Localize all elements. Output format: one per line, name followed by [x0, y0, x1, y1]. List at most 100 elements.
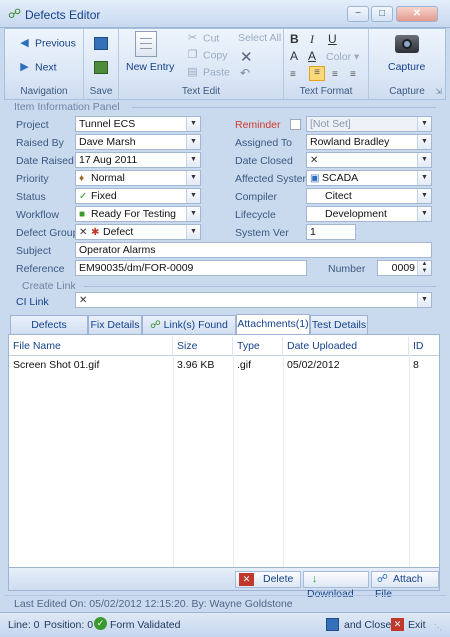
priority-select[interactable]: ♦ Normal ▼	[75, 170, 201, 186]
next-icon: ▶	[20, 61, 29, 73]
system-ver-input[interactable]: 1	[306, 224, 356, 240]
align-left-icon[interactable]: ≡	[309, 66, 325, 81]
tab-test-details[interactable]: Test Details	[310, 315, 368, 334]
column-header-id[interactable]: ID	[409, 337, 439, 355]
column-header-size[interactable]: Size	[173, 337, 233, 355]
attachments-grid: File Name Size Type Date Uploaded ID Scr…	[8, 334, 440, 568]
font-size-icon[interactable]: A	[290, 49, 298, 63]
ci-link-select[interactable]: ✕ ▼	[75, 292, 432, 308]
reminder-label: Reminder	[235, 119, 281, 131]
previous-button[interactable]: ◀ Previous	[17, 37, 76, 50]
clear-icon[interactable]: ✕	[79, 294, 89, 307]
subject-label: Subject	[16, 245, 52, 257]
underline-icon[interactable]: U	[328, 32, 337, 46]
align-center-icon[interactable]: ≡	[332, 69, 338, 80]
cell-type: .gif	[237, 359, 252, 371]
status-label: Status	[16, 191, 46, 203]
save-icon	[326, 618, 339, 631]
column-divider	[173, 355, 174, 567]
column-divider	[283, 355, 284, 567]
last-edited-text: Last Edited On: 05/02/2012 12:15:20. By:…	[4, 595, 446, 611]
tab-fix-details[interactable]: Fix Details	[88, 315, 142, 334]
link-icon: ☍	[8, 6, 22, 21]
undo-icon[interactable]: ↶	[240, 66, 250, 80]
defect-group-label: Defect Group	[16, 227, 79, 239]
position-indicator: Position: 0	[44, 619, 94, 631]
compiler-label: Compiler	[235, 191, 278, 203]
form-validated-status: Form Validated	[110, 619, 181, 631]
font-color-icon[interactable]: A	[308, 49, 316, 63]
priority-label: Priority	[16, 173, 49, 185]
dialog-launcher-icon[interactable]: ⇲	[435, 87, 442, 96]
exit-icon: ✕	[391, 618, 404, 631]
chevron-down-icon: ▼	[417, 153, 431, 167]
download-button[interactable]: ↓Download	[303, 571, 369, 600]
system-icon: ▣	[310, 173, 320, 184]
number-spinner[interactable]: 0009 ▲ ▼	[377, 260, 432, 276]
workflow-select[interactable]: ■ Ready For Testing ▼	[75, 206, 201, 222]
table-row[interactable]: Screen Shot 01.gif 3.96 KB .gif 05/02/20…	[9, 356, 439, 373]
save-new-icon[interactable]	[94, 61, 108, 74]
reminder-select[interactable]: [Not Set] ▼	[306, 116, 432, 132]
spinner-arrows-icon[interactable]: ▲ ▼	[417, 261, 431, 275]
new-entry-button[interactable]: New Entry	[126, 61, 174, 73]
color-dropdown[interactable]: Color ▾	[326, 51, 359, 63]
next-button[interactable]: ▶ Next	[17, 61, 56, 74]
workflow-label: Workflow	[16, 209, 59, 221]
project-select[interactable]: Tunnel ECS ▼	[75, 116, 201, 132]
tab-links-found[interactable]: ☍ Link(s) Found (1)	[142, 315, 236, 349]
text-format-group-label: Text Format	[299, 86, 353, 97]
compiler-select[interactable]: Citect ▼	[306, 188, 432, 204]
subject-input[interactable]: Operator Alarms	[75, 242, 432, 258]
status-select[interactable]: ✓ Fixed ▼	[75, 188, 201, 204]
number-label: Number	[328, 263, 366, 275]
camera-icon	[395, 35, 419, 53]
bug-icon: ✱	[91, 227, 100, 238]
date-closed-picker[interactable]: ✕ ▼	[306, 152, 432, 168]
clipboard-icon: ▤	[187, 66, 198, 78]
assigned-to-select[interactable]: Rowland Bradley ▼	[306, 134, 432, 150]
delete-x-icon[interactable]: ✕	[240, 48, 253, 66]
column-header-date-uploaded[interactable]: Date Uploaded	[283, 337, 409, 355]
column-header-file-name[interactable]: File Name	[9, 337, 173, 355]
cut-button[interactable]: ✂ Cut	[185, 32, 219, 45]
italic-icon[interactable]: I	[310, 32, 314, 47]
select-all-button[interactable]: Select All	[238, 32, 281, 44]
capture-button[interactable]: Capture	[388, 61, 425, 73]
date-raised-picker[interactable]: 17 Aug 2011 ▼	[75, 152, 201, 168]
tab-attachments[interactable]: Attachments(1)	[236, 314, 310, 334]
raised-by-select[interactable]: Dave Marsh ▼	[75, 134, 201, 150]
bullets-icon[interactable]: ≡	[290, 69, 296, 80]
clear-icon[interactable]: ✕	[79, 226, 89, 239]
delete-button[interactable]: ✕ Delete	[235, 571, 301, 588]
copy-button[interactable]: ❐ Copy	[185, 49, 228, 62]
text-edit-group: New Entry ✂ Cut ❐ Copy ▤ Paste Select All ✕…	[119, 29, 284, 99]
reminder-checkbox[interactable]	[290, 119, 301, 130]
column-header-type[interactable]: Type	[233, 337, 283, 355]
defect-group-select[interactable]: ✕ ✱ Defect ▼	[75, 224, 201, 240]
align-right-icon[interactable]: ≡	[350, 69, 356, 80]
raised-by-label: Raised By	[16, 137, 64, 149]
chevron-down-icon: ▼	[186, 135, 200, 149]
reference-input[interactable]: EM90035/dm/FOR-0009	[75, 260, 307, 276]
date-raised-label: Date Raised	[16, 155, 74, 167]
paste-button[interactable]: ▤ Paste	[185, 66, 230, 79]
clear-icon[interactable]: ✕	[310, 154, 320, 167]
resize-grip-icon[interactable]: ⋱	[434, 623, 442, 632]
previous-icon: ◀	[20, 37, 29, 49]
save-icon[interactable]	[94, 37, 108, 50]
workflow-icon: ■	[79, 209, 86, 220]
system-ver-label: System Ver	[235, 227, 289, 239]
lifecycle-select[interactable]: Development ▼	[306, 206, 432, 222]
create-link-divider	[84, 286, 436, 287]
tab-defects-tracking[interactable]: Defects Tracking	[10, 315, 88, 349]
affected-system-select[interactable]: ▣ SCADA ▼	[306, 170, 432, 186]
minimize-button[interactable]: −	[347, 6, 369, 22]
item-panel-divider	[132, 107, 436, 108]
attach-file-button[interactable]: ☍ Attach File	[371, 571, 439, 600]
lifecycle-label: Lifecycle	[235, 209, 276, 221]
close-button[interactable]: ✕	[396, 6, 438, 22]
bold-icon[interactable]: B	[290, 32, 299, 46]
ci-link-label: CI Link	[16, 296, 49, 308]
restore-button[interactable]: □	[371, 6, 393, 22]
